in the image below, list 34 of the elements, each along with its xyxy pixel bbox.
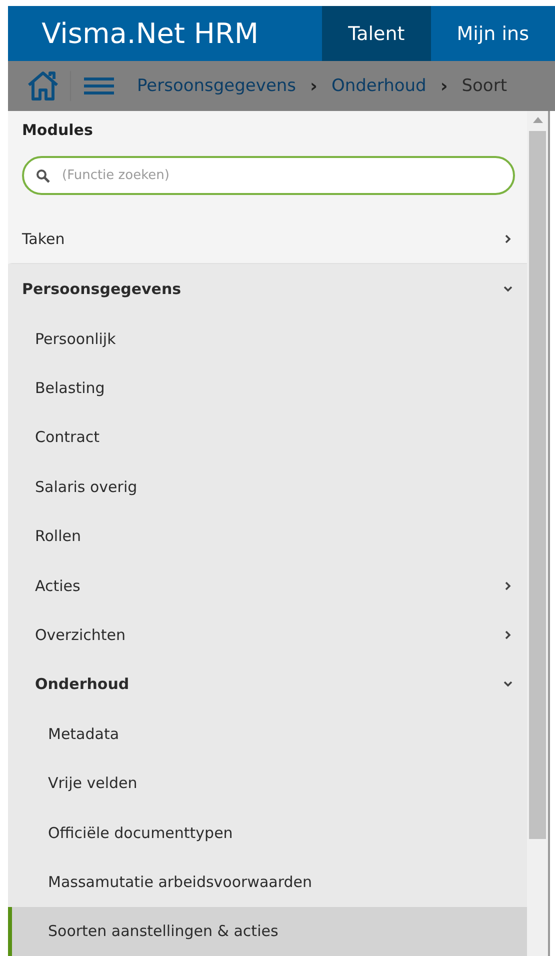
brand-title: Visma.Net HRM [40,16,260,52]
menu-item[interactable]: Salaris overig [8,462,527,512]
panel-title: Modules [22,121,94,139]
menu-icon[interactable] [83,77,115,95]
nav-tab[interactable]: Talent [322,6,431,61]
chevron-down-icon [503,679,513,690]
chevron-down-icon [503,284,513,294]
breadcrumb-link[interactable]: Soort [462,76,507,96]
breadcrumb-separator: › [440,76,448,96]
menu-item[interactable]: Vrije velden [8,758,527,808]
menu-item[interactable]: Contract [8,412,527,462]
scrollbar[interactable] [527,111,548,956]
menu-item[interactable]: Taken [8,215,527,264]
menu-item[interactable]: Officiële documenttypen [8,808,527,858]
chevron-right-icon [503,580,513,591]
menu-item[interactable]: Massamutatie arbeidsvoorwaarden [8,857,527,907]
home-icon[interactable] [26,70,60,102]
breadcrumb-separator: › [310,76,318,96]
menu-item[interactable]: Persoonsgegevens [8,264,527,314]
scroll-thumb[interactable] [529,131,546,839]
menu-item[interactable]: Belasting [8,363,527,413]
menu-item[interactable]: Acties [8,560,527,610]
search-field[interactable]: (Functie zoeken) [22,156,515,195]
search-icon [36,169,50,183]
menu-item[interactable]: Persoonlijk [8,314,527,364]
nav-tab[interactable]: Mijn ins [430,6,555,61]
chevron-right-icon [503,630,513,640]
chevron-right-icon [503,234,513,244]
menu-item[interactable]: Soorten aanstellingen & acties [8,906,527,956]
menu-item[interactable]: Rollen [8,511,527,561]
scroll-up-icon[interactable] [532,117,542,123]
menu-item[interactable]: Metadata [8,709,527,758]
menu-item[interactable]: Onderhoud [8,660,527,710]
menu-item[interactable]: Overzichten [8,610,527,660]
